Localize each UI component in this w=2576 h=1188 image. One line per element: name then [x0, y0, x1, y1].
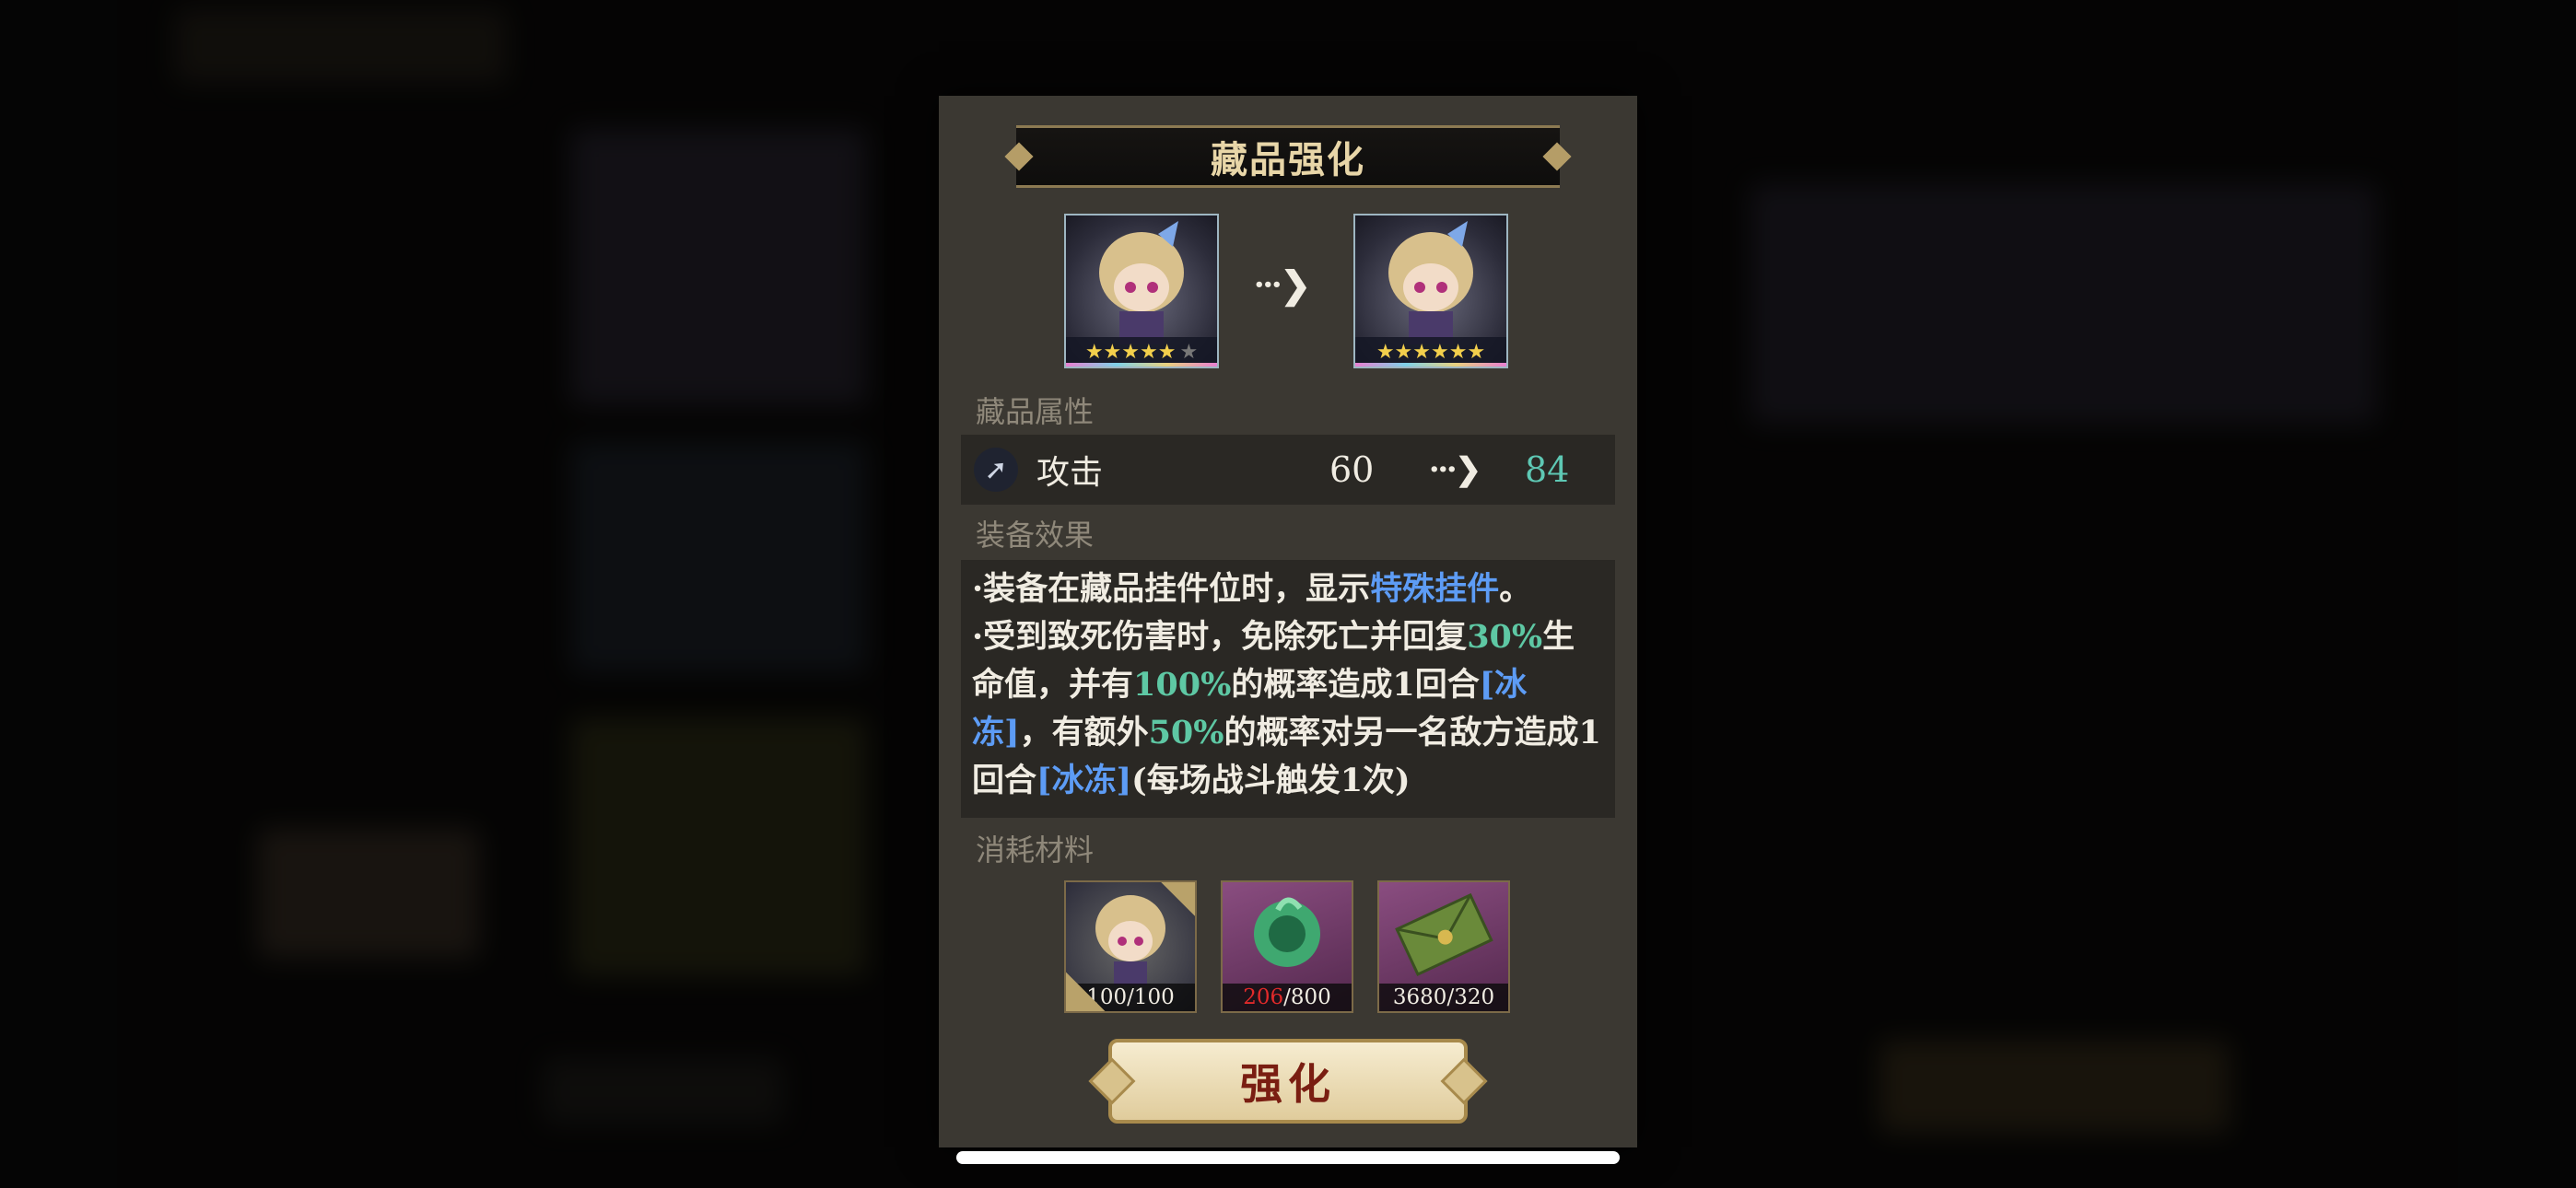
character-icon	[1095, 895, 1165, 985]
star-icons: ★★★★★★	[1376, 340, 1486, 364]
effect-description: ·装备在藏品挂件位时，显示特殊挂件。 ·受到致死伤害时，免除死亡并回复30%生命…	[961, 560, 1615, 818]
stat-new-value: 84	[1525, 449, 1570, 490]
portrait-before: ★★★★★ ★	[1064, 214, 1219, 368]
stat-arrow-icon: •••❯	[1429, 451, 1482, 488]
upgrade-arrow-icon: •••❯	[1254, 263, 1312, 307]
materials-heading: 消耗材料	[976, 833, 1095, 868]
stat-name: 攻击	[1036, 454, 1104, 492]
claw-icon: ➚	[974, 448, 1018, 492]
material-character[interactable]: 100/100	[1064, 880, 1197, 1013]
jade-ornament-icon	[1254, 897, 1320, 967]
enhance-button[interactable]: 强化	[1108, 1039, 1468, 1124]
material-envelope[interactable]: 3680/320	[1377, 880, 1510, 1013]
envelope-icon	[1395, 892, 1493, 976]
stat-row: ➚ 攻击 60 •••❯ 84	[961, 435, 1615, 505]
attributes-heading: 藏品属性	[976, 394, 1095, 429]
character-icon	[1099, 221, 1184, 344]
rarity-strip	[1355, 363, 1506, 367]
character-icon	[1388, 221, 1473, 344]
empty-star-icon: ★	[1179, 340, 1199, 364]
material-count: 100/100	[1066, 984, 1195, 1011]
effect-heading: 装备效果	[976, 518, 1095, 553]
dialog-title: 藏品强化	[1211, 138, 1365, 181]
home-indicator[interactable]	[956, 1151, 1620, 1164]
stat-old-value: 60	[1329, 449, 1375, 490]
effect-line: ·装备在藏品挂件位时，显示特殊挂件。	[972, 570, 1532, 608]
rarity-strip	[1066, 363, 1217, 367]
enhance-dialog: 藏品强化 ★★★★★ ★ •••❯ ★★★★★★ 藏品属性 ➚ 攻击 60 ••…	[939, 96, 1637, 1147]
effect-line: ·受到致死伤害时，免除死亡并回复30%生命值，并有100%的概率造成1回合[冰冻…	[972, 618, 1601, 799]
material-count: 3680/320	[1379, 984, 1508, 1011]
title-banner: 藏品强化	[1016, 125, 1560, 188]
star-icons: ★★★★★	[1084, 340, 1177, 364]
portrait-after: ★★★★★★	[1353, 214, 1508, 368]
material-count: 206/800	[1223, 984, 1352, 1011]
material-jade[interactable]: 206/800	[1221, 880, 1353, 1013]
